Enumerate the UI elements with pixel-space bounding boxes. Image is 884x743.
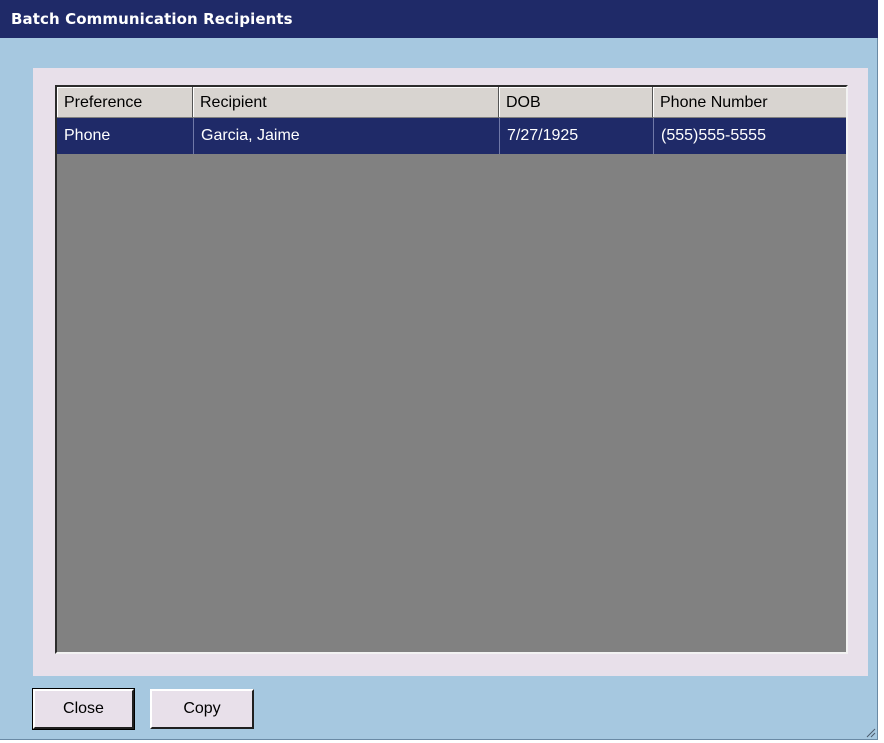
resize-grip-icon[interactable] — [864, 726, 876, 738]
recipients-list[interactable]: Preference Recipient DOB Phone Number Ph… — [55, 85, 848, 654]
batch-communication-recipients-window: Batch Communication Recipients Preferenc… — [0, 0, 878, 740]
title-bar[interactable]: Batch Communication Recipients — [0, 0, 878, 38]
column-header-recipient[interactable]: Recipient — [193, 87, 499, 118]
cell-phone-number: (555)555-5555 — [653, 118, 846, 154]
copy-button[interactable]: Copy — [150, 689, 254, 729]
column-header-dob[interactable]: DOB — [499, 87, 653, 118]
window-title: Batch Communication Recipients — [11, 10, 293, 28]
column-header-phone-number[interactable]: Phone Number — [653, 87, 846, 118]
table-row[interactable]: Phone Garcia, Jaime 7/27/1925 (555)555-5… — [57, 118, 846, 154]
column-header-preference[interactable]: Preference — [57, 87, 193, 118]
cell-recipient: Garcia, Jaime — [193, 118, 499, 154]
close-button[interactable]: Close — [32, 688, 135, 730]
column-header-row: Preference Recipient DOB Phone Number — [57, 87, 846, 118]
cell-preference: Phone — [64, 127, 111, 144]
recipients-panel: Preference Recipient DOB Phone Number Ph… — [33, 68, 868, 676]
cell-dob: 7/27/1925 — [499, 118, 653, 154]
